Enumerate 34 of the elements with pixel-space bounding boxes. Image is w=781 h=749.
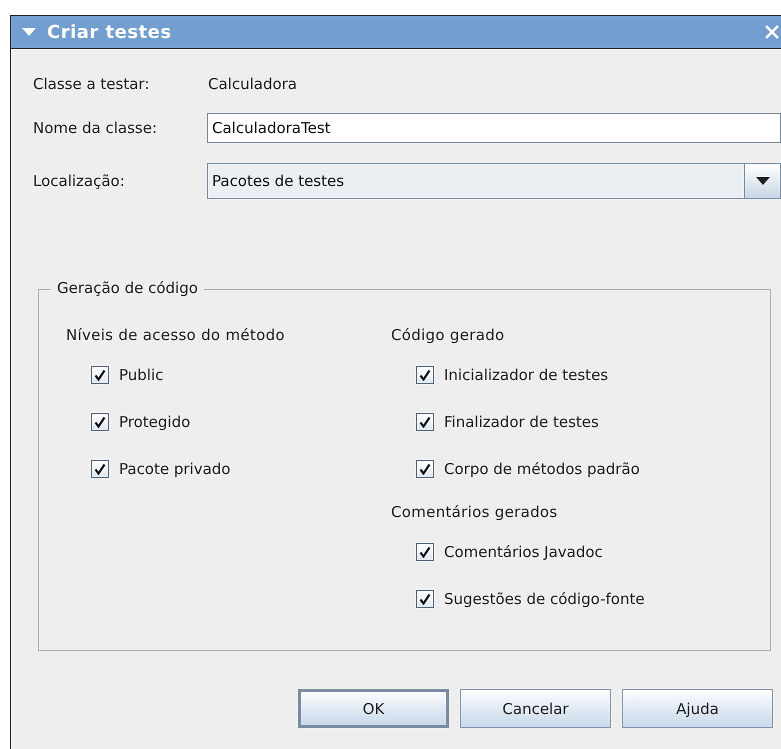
dialog-button[interactable]: Cancelar bbox=[460, 689, 611, 728]
dialog-button[interactable]: Ajuda bbox=[622, 689, 773, 728]
triangle-icon bbox=[21, 27, 37, 37]
check-icon bbox=[419, 416, 431, 428]
check-icon bbox=[419, 546, 431, 558]
checkbox-option[interactable]: Public bbox=[91, 362, 391, 388]
caret-icon bbox=[756, 177, 770, 185]
section-heading: Código gerado bbox=[391, 326, 506, 346]
close-icon bbox=[764, 24, 780, 40]
field-label: Nome da classe: bbox=[33, 119, 158, 137]
class-name-text: Calculadora bbox=[207, 75, 298, 93]
checkbox-option[interactable]: Pacote privado bbox=[91, 456, 391, 482]
close-button[interactable] bbox=[764, 24, 780, 40]
check-icon bbox=[419, 593, 431, 605]
field-label: Localização: bbox=[33, 172, 126, 190]
checkbox-option[interactable]: Sugestões de código-fonte bbox=[416, 586, 645, 612]
check-icon bbox=[419, 463, 431, 475]
section-heading: Comentários gerados bbox=[391, 503, 558, 523]
checkbox-option[interactable]: Comentários Javadoc bbox=[416, 539, 645, 565]
section-heading: Níveis de acesso do método bbox=[66, 326, 286, 346]
window-title: Criar testes bbox=[47, 22, 172, 42]
checkbox-option[interactable]: Inicializador de testes bbox=[416, 362, 645, 388]
class-name-field[interactable]: CalculadoraTest bbox=[207, 113, 781, 143]
group-title: Geração de código bbox=[51, 279, 204, 297]
check-icon bbox=[94, 369, 106, 381]
checkbox-option[interactable]: Finalizador de testes bbox=[416, 409, 645, 435]
location-dropdown[interactable]: Pacotes de testes bbox=[207, 163, 781, 199]
check-icon bbox=[94, 463, 106, 475]
checkbox-option[interactable]: Corpo de métodos padrão bbox=[416, 456, 645, 482]
check-icon bbox=[94, 416, 106, 428]
field-label: Classe a testar: bbox=[33, 75, 150, 93]
dialog-button[interactable]: OK bbox=[298, 689, 449, 728]
check-icon bbox=[419, 369, 431, 381]
checkbox-option[interactable]: Protegido bbox=[91, 409, 391, 435]
